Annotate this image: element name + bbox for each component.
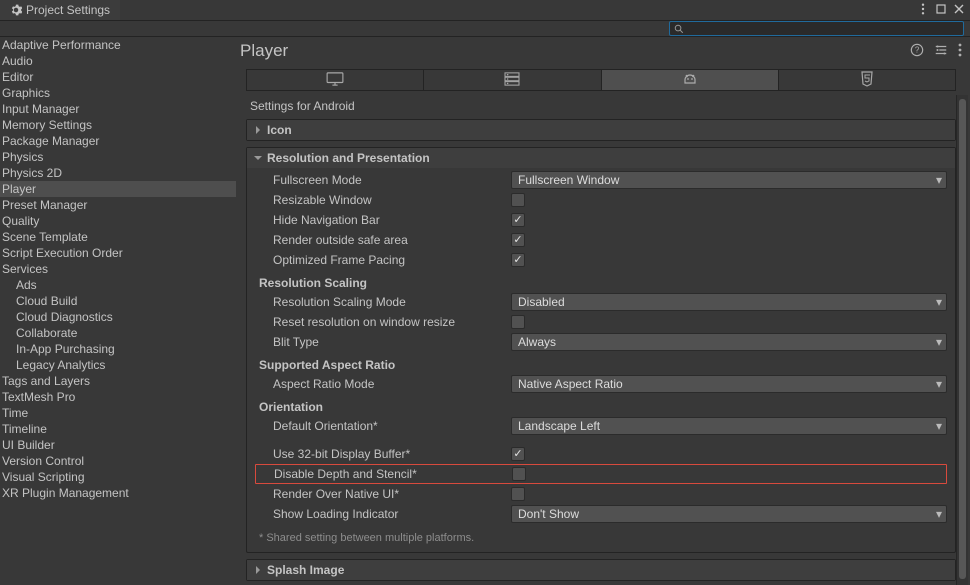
scrollbar-vertical[interactable]	[956, 95, 968, 585]
label-reset-on-resize: Reset resolution on window resize	[255, 315, 511, 329]
label-fullscreen-mode: Fullscreen Mode	[255, 173, 511, 187]
sidebar-item-ui-builder[interactable]: UI Builder	[0, 437, 236, 453]
shared-setting-footnote: * Shared setting between multiple platfo…	[259, 532, 947, 544]
sidebar-item-visual-scripting[interactable]: Visual Scripting	[0, 469, 236, 485]
panel-label: Icon	[267, 123, 292, 137]
label-use-32bit: Use 32-bit Display Buffer*	[255, 447, 511, 461]
sidebar-item-physics[interactable]: Physics	[0, 149, 236, 165]
android-icon	[682, 72, 698, 89]
settings-sidebar: Adaptive PerformanceAudioEditorGraphicsI…	[0, 37, 236, 585]
dropdown-scaling-mode[interactable]: Disabled▾	[511, 293, 947, 311]
page-title: Player	[240, 41, 288, 61]
kebab-icon[interactable]	[918, 3, 928, 18]
sidebar-item-player[interactable]: Player	[0, 181, 236, 197]
dropdown-aspect-mode[interactable]: Native Aspect Ratio▾	[511, 375, 947, 393]
sidebar-item-graphics[interactable]: Graphics	[0, 85, 236, 101]
checkbox-render-over-native[interactable]	[511, 487, 525, 501]
panel-header-splash[interactable]: Splash Image	[247, 560, 955, 580]
sidebar-item-quality[interactable]: Quality	[0, 213, 236, 229]
label-default-orientation: Default Orientation*	[255, 419, 511, 433]
close-icon[interactable]	[954, 3, 964, 18]
label-blit-type: Blit Type	[255, 335, 511, 349]
platform-tab-android[interactable]	[602, 69, 779, 91]
sidebar-item-version-control[interactable]: Version Control	[0, 453, 236, 469]
label-hide-nav-bar: Hide Navigation Bar	[255, 213, 511, 227]
sidebar-item-editor[interactable]: Editor	[0, 69, 236, 85]
sidebar-item-time[interactable]: Time	[0, 405, 236, 421]
panel-header-resolution[interactable]: Resolution and Presentation	[247, 148, 955, 168]
platform-subtitle: Settings for Android	[250, 99, 956, 113]
kebab-icon[interactable]	[958, 43, 962, 60]
label-disable-depth: Disable Depth and Stencil*	[256, 467, 512, 481]
sidebar-item-audio[interactable]: Audio	[0, 53, 236, 69]
server-icon	[504, 72, 520, 89]
sidebar-item-in-app-purchasing[interactable]: In-App Purchasing	[0, 341, 236, 357]
sidebar-item-memory-settings[interactable]: Memory Settings	[0, 117, 236, 133]
sidebar-item-adaptive-performance[interactable]: Adaptive Performance	[0, 37, 236, 53]
checkbox-disable-depth[interactable]	[512, 467, 526, 481]
tab-project-settings[interactable]: Project Settings	[0, 0, 120, 20]
checkbox-use-32bit[interactable]	[511, 447, 525, 461]
section-orientation: Orientation	[259, 400, 947, 414]
checkbox-resizable-window[interactable]	[511, 193, 525, 207]
panel-label: Splash Image	[267, 563, 344, 577]
sidebar-item-cloud-build[interactable]: Cloud Build	[0, 293, 236, 309]
chevron-down-icon: ▾	[936, 419, 942, 433]
sidebar-item-tags-and-layers[interactable]: Tags and Layers	[0, 373, 236, 389]
checkbox-render-outside-safe[interactable]	[511, 233, 525, 247]
section-supported-aspect: Supported Aspect Ratio	[259, 358, 947, 372]
label-render-over-native: Render Over Native UI*	[255, 487, 511, 501]
panel-header-icon[interactable]: Icon	[247, 120, 955, 140]
dropdown-blit-type[interactable]: Always▾	[511, 333, 947, 351]
chevron-down-icon: ▾	[936, 295, 942, 309]
sidebar-item-scene-template[interactable]: Scene Template	[0, 229, 236, 245]
sidebar-item-preset-manager[interactable]: Preset Manager	[0, 197, 236, 213]
sidebar-item-ads[interactable]: Ads	[0, 277, 236, 293]
sidebar-item-collaborate[interactable]: Collaborate	[0, 325, 236, 341]
sidebar-item-cloud-diagnostics[interactable]: Cloud Diagnostics	[0, 309, 236, 325]
section-resolution-scaling: Resolution Scaling	[259, 276, 947, 290]
sidebar-item-input-manager[interactable]: Input Manager	[0, 101, 236, 117]
chevron-down-icon: ▾	[936, 173, 942, 187]
label-optimized-frame-pacing: Optimized Frame Pacing	[255, 253, 511, 267]
maximize-icon[interactable]	[936, 3, 946, 18]
svg-text:?: ?	[915, 45, 920, 54]
checkbox-hide-nav-bar[interactable]	[511, 213, 525, 227]
sidebar-item-legacy-analytics[interactable]: Legacy Analytics	[0, 357, 236, 373]
label-render-outside-safe: Render outside safe area	[255, 233, 511, 247]
panel-label: Resolution and Presentation	[267, 151, 430, 165]
sidebar-item-timeline[interactable]: Timeline	[0, 421, 236, 437]
checkbox-reset-on-resize[interactable]	[511, 315, 525, 329]
row-disable-depth-highlight: Disable Depth and Stencil*	[255, 464, 947, 484]
tab-label: Project Settings	[26, 3, 110, 17]
chevron-down-icon: ▾	[936, 507, 942, 521]
sidebar-item-services[interactable]: Services	[0, 261, 236, 277]
search-input[interactable]	[688, 23, 959, 35]
dropdown-default-orientation[interactable]: Landscape Left▾	[511, 417, 947, 435]
label-resizable-window: Resizable Window	[255, 193, 511, 207]
sidebar-item-package-manager[interactable]: Package Manager	[0, 133, 236, 149]
label-loading-indicator: Show Loading Indicator	[255, 507, 511, 521]
label-scaling-mode: Resolution Scaling Mode	[255, 295, 511, 309]
search-box[interactable]	[669, 21, 964, 36]
sidebar-item-physics-2d[interactable]: Physics 2D	[0, 165, 236, 181]
platform-tab-server[interactable]	[424, 69, 601, 91]
sidebar-item-xr-plugin-management[interactable]: XR Plugin Management	[0, 485, 236, 501]
checkbox-optimized-frame-pacing[interactable]	[511, 253, 525, 267]
platform-tab-web[interactable]	[779, 69, 956, 91]
platform-tab-desktop[interactable]	[246, 69, 424, 91]
dropdown-loading-indicator[interactable]: Don't Show▾	[511, 505, 947, 523]
label-aspect-mode: Aspect Ratio Mode	[255, 377, 511, 391]
dropdown-fullscreen-mode[interactable]: Fullscreen Window▾	[511, 171, 947, 189]
search-icon	[674, 24, 684, 34]
desktop-icon	[326, 72, 344, 89]
platform-tabs	[246, 69, 956, 91]
chevron-down-icon: ▾	[936, 335, 942, 349]
presets-icon[interactable]	[934, 43, 948, 60]
web-icon	[860, 71, 874, 90]
sidebar-item-script-execution-order[interactable]: Script Execution Order	[0, 245, 236, 261]
chevron-down-icon: ▾	[936, 377, 942, 391]
sidebar-item-textmesh-pro[interactable]: TextMesh Pro	[0, 389, 236, 405]
help-icon[interactable]: ?	[910, 43, 924, 60]
